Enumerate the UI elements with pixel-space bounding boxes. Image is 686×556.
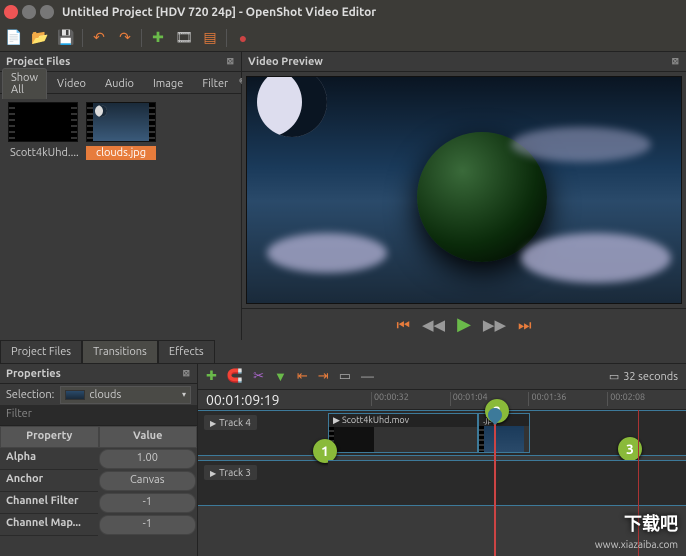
- chevron-right-icon: ▶: [210, 469, 216, 478]
- watermark-url: www.xiazaiba.com: [595, 539, 678, 550]
- selection-dropdown[interactable]: clouds ▾: [60, 386, 191, 404]
- detach-icon[interactable]: ⊠: [182, 368, 191, 379]
- prop-name: Channel Filter: [0, 492, 98, 514]
- prop-name: Alpha: [0, 448, 98, 470]
- toolbar-separator: [226, 29, 227, 47]
- video-preview-title: Video Preview: [248, 56, 323, 68]
- chevron-right-icon: ▶: [210, 419, 216, 428]
- col-property[interactable]: Property: [0, 426, 99, 448]
- tab-filter[interactable]: Filter: [193, 74, 237, 93]
- tab-audio[interactable]: Audio: [96, 74, 143, 93]
- save-project-icon[interactable]: 💾: [56, 28, 76, 48]
- marker-icon[interactable]: ▼: [274, 369, 287, 384]
- center-playhead-icon[interactable]: ▭: [339, 369, 351, 384]
- play-icon[interactable]: ▶: [457, 314, 471, 335]
- main-toolbar: 📄 📂 💾 ↶ ↷ ✚ 🎞 ▤ ●: [0, 24, 686, 52]
- project-file-item[interactable]: Scott4kUhd....: [8, 102, 78, 160]
- tab-project-files[interactable]: Project Files: [0, 340, 82, 363]
- tab-image[interactable]: Image: [144, 74, 192, 93]
- clip-name: Scott4kUhd.mov: [342, 415, 409, 425]
- tab-effects[interactable]: Effects: [158, 340, 215, 363]
- col-value[interactable]: Value: [99, 426, 198, 448]
- jump-end-icon[interactable]: ⏭: [518, 316, 532, 334]
- properties-title: Properties: [6, 368, 61, 380]
- window-maximize-button[interactable]: [40, 5, 54, 19]
- preview-content: [511, 127, 651, 162]
- project-files-title: Project Files: [6, 56, 70, 68]
- window-title: Untitled Project [HDV 720 24p] - OpenSho…: [62, 6, 376, 19]
- detach-icon[interactable]: ⊠: [226, 56, 235, 67]
- next-marker-icon[interactable]: ⇥: [318, 369, 329, 384]
- timeline-duration: 32 seconds: [623, 371, 678, 383]
- selection-thumb-icon: [65, 390, 85, 400]
- preview-content: [267, 233, 387, 273]
- toolbar-separator: [141, 29, 142, 47]
- choose-profile-icon[interactable]: ▤: [200, 28, 220, 48]
- track-label[interactable]: ▶Track 4: [204, 415, 257, 430]
- jump-start-icon[interactable]: ⏮: [396, 316, 410, 334]
- preview-content: [521, 233, 671, 283]
- timecode-display[interactable]: 00:01:09:19: [198, 390, 328, 409]
- open-project-icon[interactable]: 📂: [30, 28, 50, 48]
- file-label: clouds.jpg: [86, 146, 156, 160]
- detach-icon[interactable]: ⊠: [671, 56, 680, 67]
- snap-icon[interactable]: 🧲: [227, 369, 243, 384]
- import-files-icon[interactable]: 🎞: [174, 28, 194, 48]
- project-file-item[interactable]: clouds.jpg: [86, 102, 156, 160]
- prev-marker-icon[interactable]: ⇤: [297, 369, 308, 384]
- selection-value: clouds: [89, 389, 121, 401]
- prop-value[interactable]: Canvas: [99, 471, 196, 491]
- add-icon[interactable]: ✚: [148, 28, 168, 48]
- track-label[interactable]: ▶Track 3: [204, 465, 257, 480]
- chevron-down-icon: ▾: [182, 390, 186, 399]
- video-preview[interactable]: [246, 76, 682, 304]
- redo-icon[interactable]: ↷: [115, 28, 135, 48]
- rewind-icon[interactable]: ◀◀: [422, 316, 445, 334]
- prop-value[interactable]: -1: [99, 515, 196, 535]
- tab-video[interactable]: Video: [48, 74, 95, 93]
- ruler-tick: 00:02:08: [610, 392, 645, 402]
- prop-name: Channel Map...: [0, 514, 98, 536]
- zoom-icon[interactable]: ▭: [609, 370, 619, 383]
- timeline-clip[interactable]: ▶ Scott4kUhd.mov: [328, 413, 478, 453]
- chevron-right-icon: ▶: [333, 415, 342, 425]
- new-project-icon[interactable]: 📄: [4, 28, 24, 48]
- ruler-tick: 00:00:32: [374, 392, 409, 402]
- toolbar-separator: [82, 29, 83, 47]
- forward-icon[interactable]: ▶▶: [483, 316, 506, 334]
- undo-icon[interactable]: ↶: [89, 28, 109, 48]
- playhead[interactable]: [494, 410, 496, 556]
- prop-value[interactable]: -1: [99, 493, 196, 513]
- zoom-slider-icon[interactable]: —: [361, 370, 374, 384]
- window-close-button[interactable]: [4, 5, 18, 19]
- tab-transitions[interactable]: Transitions: [82, 340, 158, 363]
- selection-label: Selection:: [6, 389, 54, 401]
- ruler-tick: 00:01:04: [453, 392, 488, 402]
- file-label: Scott4kUhd....: [8, 146, 78, 160]
- prop-name: Anchor: [0, 470, 98, 492]
- export-icon[interactable]: ●: [233, 28, 253, 48]
- watermark-text: 下载吧: [624, 510, 678, 536]
- add-track-icon[interactable]: ✚: [206, 369, 217, 384]
- prop-value[interactable]: 1.00: [99, 449, 196, 469]
- filter-input[interactable]: Filter: [0, 406, 197, 426]
- window-minimize-button[interactable]: [22, 5, 36, 19]
- ruler-tick: 00:01:36: [531, 392, 566, 402]
- preview-content: [257, 76, 327, 137]
- razor-icon[interactable]: ✂: [253, 369, 264, 384]
